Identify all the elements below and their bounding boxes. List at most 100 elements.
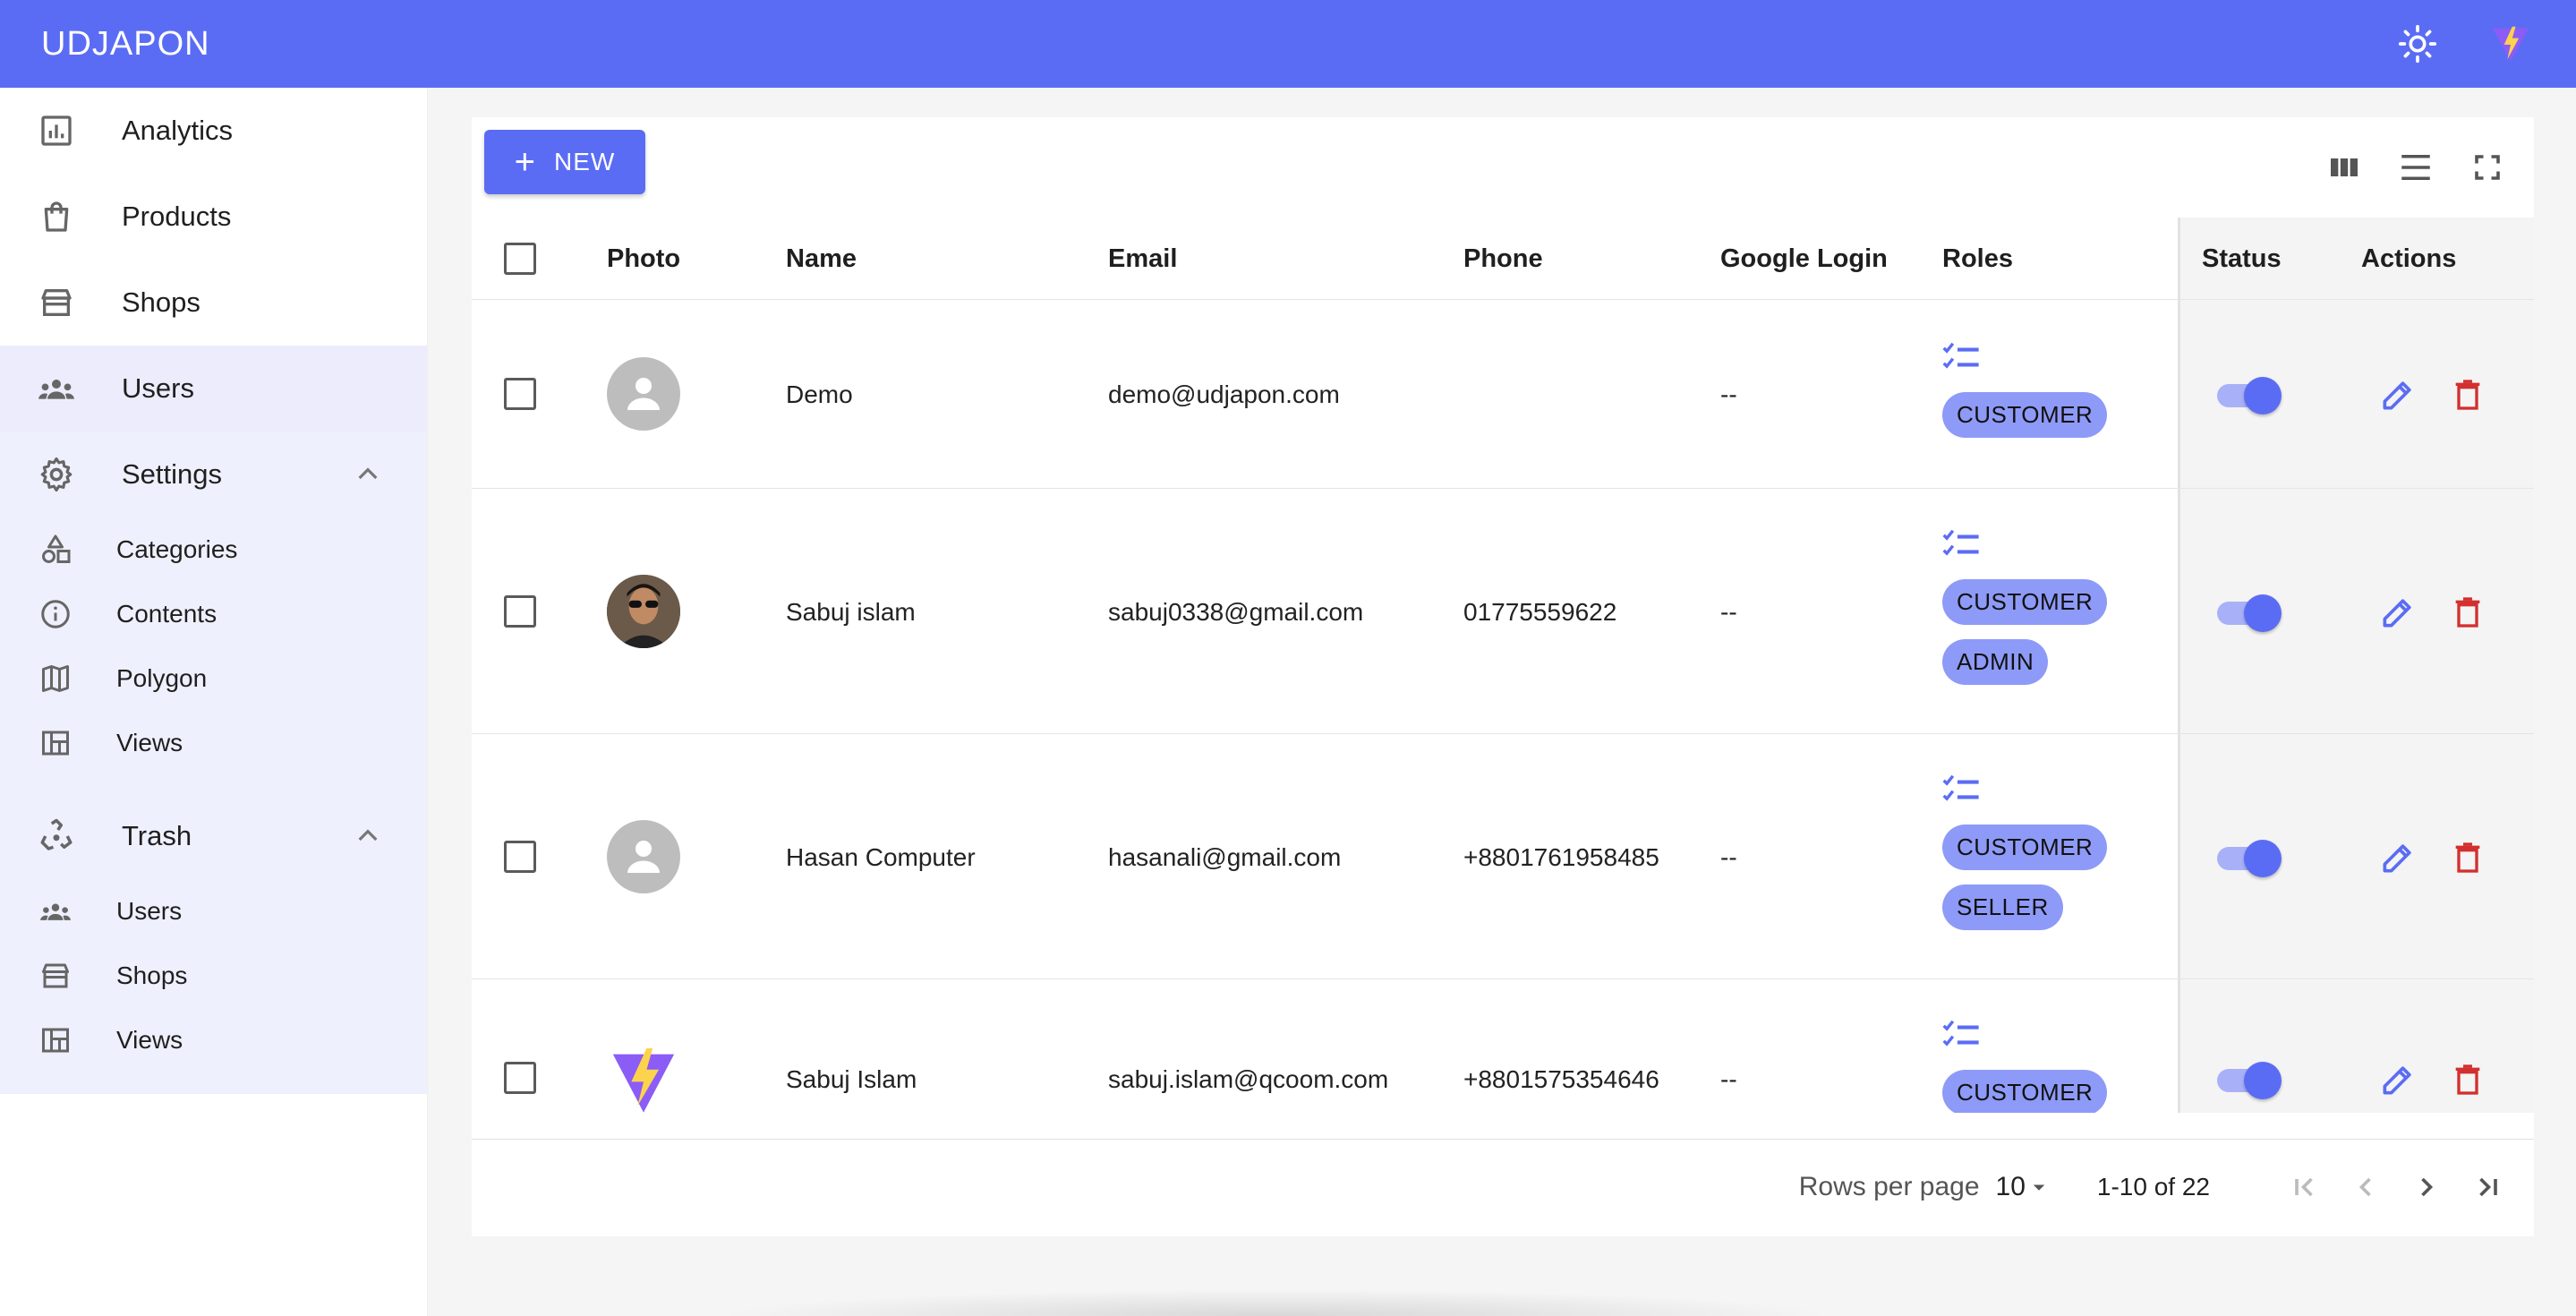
delete-icon[interactable] bbox=[2450, 593, 2486, 632]
user-name: Sabuj Islam bbox=[786, 1065, 917, 1093]
sidebar-item-label: Categories bbox=[116, 535, 238, 563]
shopping-bag-icon bbox=[36, 196, 77, 237]
avatar bbox=[607, 575, 680, 648]
status-toggle[interactable] bbox=[2213, 1060, 2282, 1099]
app-title: UDJAPON bbox=[41, 24, 210, 63]
user-name: Demo bbox=[786, 380, 853, 408]
google-login-value: -- bbox=[1720, 1065, 1737, 1093]
sidebar-item-trash[interactable]: Trash bbox=[0, 793, 427, 879]
table-header: Photo Name Email Phone Google Login Role… bbox=[472, 218, 2534, 300]
user-email: sabuj.islam@qcoom.com bbox=[1108, 1065, 1389, 1093]
edit-icon[interactable] bbox=[2378, 375, 2418, 414]
first-page-icon[interactable] bbox=[2285, 1167, 2324, 1207]
sidebar-item-label: Polygon bbox=[116, 664, 208, 692]
sidebar-item-label: Contents bbox=[116, 600, 218, 628]
edit-icon[interactable] bbox=[2378, 838, 2418, 877]
edit-icon[interactable] bbox=[2378, 1060, 2418, 1099]
trash-group: Trash Users Shops Views bbox=[0, 793, 427, 1094]
column-header-google-login[interactable]: Google Login bbox=[1720, 218, 1888, 300]
role-chip: ADMIN bbox=[1942, 639, 2049, 685]
sidebar-item-trash-views[interactable]: Views bbox=[0, 1008, 427, 1072]
gear-icon bbox=[36, 454, 77, 495]
avatar bbox=[607, 1042, 680, 1113]
sidebar-item-users[interactable]: Users bbox=[0, 346, 427, 432]
select-all-checkbox[interactable] bbox=[504, 218, 536, 300]
vite-logo-icon[interactable] bbox=[2486, 20, 2535, 68]
table-row: Sabuj Islam sabuj.islam@qcoom.com +88015… bbox=[472, 979, 2534, 1113]
status-toggle[interactable] bbox=[2213, 375, 2282, 414]
table-row: Sabuj islam sabuj0338@gmail.com 01775559… bbox=[472, 489, 2534, 734]
sidebar-item-label: Products bbox=[122, 201, 232, 232]
sidebar-item-label: Analytics bbox=[122, 115, 234, 146]
google-login-value: -- bbox=[1720, 843, 1737, 871]
sidebar-item-contents[interactable]: Contents bbox=[0, 582, 427, 646]
row-checkbox[interactable] bbox=[504, 595, 536, 628]
sidebar-item-label: Settings bbox=[122, 458, 223, 490]
sidebar-item-views[interactable]: Views bbox=[0, 711, 427, 775]
checklist-icon[interactable] bbox=[1942, 1019, 1982, 1055]
sidebar-item-polygon[interactable]: Polygon bbox=[0, 646, 427, 711]
status-toggle[interactable] bbox=[2213, 593, 2282, 632]
column-header-phone[interactable]: Phone bbox=[1463, 218, 1543, 300]
caret-down-icon bbox=[2033, 1184, 2045, 1191]
checklist-icon[interactable] bbox=[1942, 341, 1982, 378]
user-name: Hasan Computer bbox=[786, 843, 976, 871]
chevron-up-icon[interactable] bbox=[354, 460, 382, 489]
map-icon bbox=[38, 661, 73, 696]
sidebar-item-trash-shops[interactable]: Shops bbox=[0, 944, 427, 1008]
pagination-range: 1-10 of 22 bbox=[2096, 1173, 2210, 1201]
sidebar-item-shops[interactable]: Shops bbox=[0, 260, 427, 346]
new-button-label: NEW bbox=[554, 148, 616, 175]
new-user-button[interactable]: + NEW bbox=[484, 130, 645, 194]
avatar bbox=[607, 357, 680, 431]
column-header-email[interactable]: Email bbox=[1108, 218, 1177, 300]
role-chip: CUSTOMER bbox=[1942, 825, 2108, 870]
fullscreen-icon[interactable] bbox=[2468, 148, 2507, 187]
recycle-icon bbox=[36, 816, 77, 857]
table-row: Hasan Computer hasanali@gmail.com +88017… bbox=[472, 734, 2534, 979]
delete-icon[interactable] bbox=[2450, 375, 2486, 414]
table-row: Demo demo@udjapon.com -- CUSTOMER bbox=[472, 300, 2534, 489]
user-name: Sabuj islam bbox=[786, 598, 916, 626]
sun-icon[interactable] bbox=[2393, 20, 2442, 68]
column-header-roles[interactable]: Roles bbox=[1942, 218, 2013, 300]
sidebar-item-label: Trash bbox=[122, 820, 192, 851]
column-header-photo[interactable]: Photo bbox=[607, 218, 680, 300]
column-header-name[interactable]: Name bbox=[786, 218, 857, 300]
pagination: Rows per page 10 1-10 of 22 bbox=[472, 1138, 2534, 1236]
sidebar-item-products[interactable]: Products bbox=[0, 174, 427, 260]
avatar bbox=[607, 820, 680, 893]
sidebar-item-categories[interactable]: Categories bbox=[0, 517, 427, 582]
previous-page-icon[interactable] bbox=[2346, 1167, 2385, 1207]
sidebar-item-trash-users[interactable]: Users bbox=[0, 879, 427, 944]
analytics-icon bbox=[36, 110, 77, 151]
user-email: demo@udjapon.com bbox=[1108, 380, 1340, 408]
row-checkbox[interactable] bbox=[504, 378, 536, 410]
checklist-icon[interactable] bbox=[1942, 773, 1982, 810]
chevron-up-icon[interactable] bbox=[354, 822, 382, 850]
row-checkbox[interactable] bbox=[504, 841, 536, 873]
user-email: sabuj0338@gmail.com bbox=[1108, 598, 1364, 626]
vite-logo-icon bbox=[612, 1047, 675, 1113]
role-chip: CUSTOMER bbox=[1942, 579, 2108, 625]
next-page-icon[interactable] bbox=[2407, 1167, 2446, 1207]
user-phone: +8801761958485 bbox=[1463, 843, 1659, 871]
sidebar-item-analytics[interactable]: Analytics bbox=[0, 88, 427, 174]
checklist-icon[interactable] bbox=[1942, 528, 1982, 565]
table-toolbar: + NEW bbox=[472, 117, 2534, 218]
density-icon[interactable] bbox=[2396, 148, 2435, 187]
rows-per-page-select[interactable]: 10 bbox=[1996, 1172, 2052, 1202]
column-header-status[interactable]: Status bbox=[2202, 218, 2282, 300]
row-checkbox[interactable] bbox=[504, 1062, 536, 1094]
delete-icon[interactable] bbox=[2450, 838, 2486, 877]
status-toggle[interactable] bbox=[2213, 838, 2282, 877]
column-header-actions[interactable]: Actions bbox=[2361, 218, 2456, 300]
role-chip: CUSTOMER bbox=[1942, 1070, 2108, 1113]
columns-icon[interactable] bbox=[2324, 148, 2364, 187]
delete-icon[interactable] bbox=[2450, 1060, 2486, 1099]
sidebar-item-settings[interactable]: Settings bbox=[0, 432, 427, 517]
edit-icon[interactable] bbox=[2378, 593, 2418, 632]
store-icon bbox=[38, 958, 73, 994]
last-page-icon[interactable] bbox=[2468, 1167, 2507, 1207]
google-login-value: -- bbox=[1720, 380, 1737, 408]
